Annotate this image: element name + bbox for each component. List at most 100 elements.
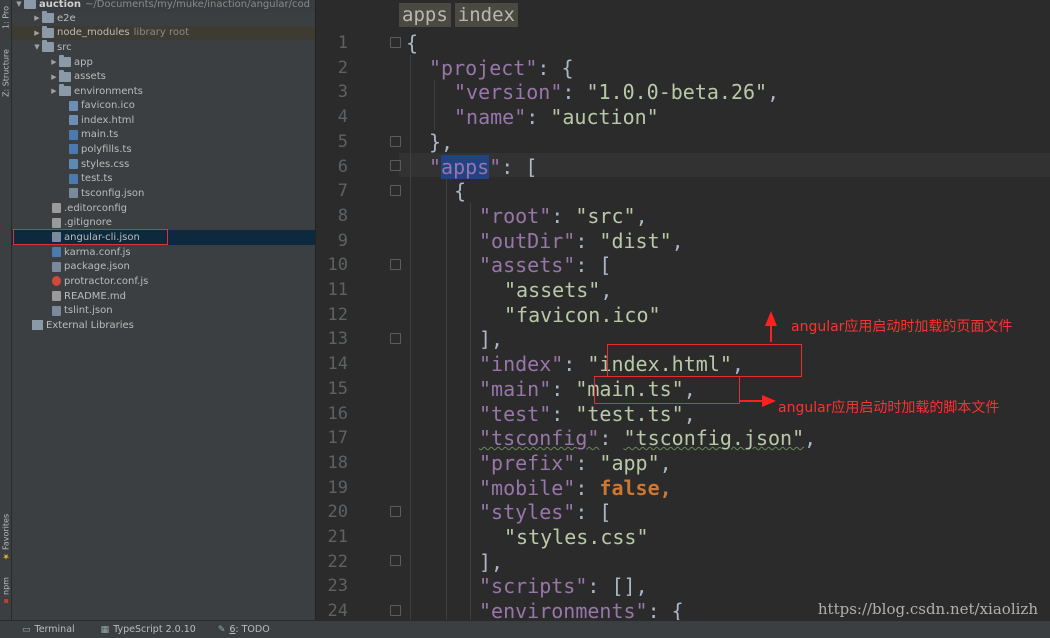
code-line: "scripts": [], bbox=[479, 574, 648, 599]
chevron-down-icon[interactable]: ▼ bbox=[14, 0, 24, 8]
tree-item-index-html[interactable]: index.html bbox=[12, 113, 134, 128]
highlight-box-index bbox=[607, 344, 802, 377]
tree-item-app[interactable]: ▶ app bbox=[12, 55, 93, 70]
annotation-index-note: angular应用启动时加载的页面文件 bbox=[791, 319, 1013, 335]
tree-item-styles-css[interactable]: styles.css bbox=[12, 157, 129, 172]
tree-root-auction[interactable]: ▼ auction ~/Documents/my/muke/inaction/a… bbox=[12, 0, 315, 12]
chevron-right-icon[interactable]: ▶ bbox=[49, 58, 59, 66]
tree-item-readme[interactable]: README.md bbox=[12, 289, 126, 304]
chevron-right-icon[interactable]: ▶ bbox=[32, 14, 42, 22]
tree-item-assets[interactable]: ▶ assets bbox=[12, 69, 106, 85]
code-line: "outDir": "dist", bbox=[479, 228, 684, 253]
star-icon: ★ bbox=[1, 551, 11, 561]
tree-item-tsconfig[interactable]: tsconfig.json bbox=[12, 186, 144, 201]
line-number: 21 bbox=[327, 527, 348, 547]
fold-marker-icon[interactable] bbox=[390, 160, 401, 171]
tree-item-favicon[interactable]: favicon.ico bbox=[12, 99, 135, 114]
line-number: 6 bbox=[337, 156, 348, 177]
folder-icon bbox=[59, 55, 71, 68]
tree-item-label: app bbox=[74, 56, 93, 68]
favorites-tool-tab[interactable]: ★ Favorites bbox=[0, 508, 12, 566]
tree-item-label: styles.css bbox=[81, 158, 130, 170]
code-token: "prefix" bbox=[479, 450, 576, 475]
structure-tool-tab[interactable]: Z: Structure bbox=[0, 42, 12, 104]
breadcrumb-index[interactable]: index bbox=[454, 3, 518, 27]
chevron-down-icon[interactable]: ▼ bbox=[32, 43, 42, 51]
code-line: "styles.css" bbox=[504, 525, 649, 550]
breadcrumb-apps[interactable]: apps bbox=[399, 3, 451, 27]
fold-marker-icon[interactable] bbox=[390, 259, 401, 270]
fold-marker-icon[interactable] bbox=[390, 605, 401, 616]
chevron-right-icon[interactable]: ▶ bbox=[32, 29, 42, 37]
line-number: 10 bbox=[327, 255, 348, 276]
line-number: 13 bbox=[327, 329, 348, 350]
code-token: "environments" bbox=[479, 599, 648, 620]
tree-item-label: karma.conf.js bbox=[64, 246, 131, 258]
line-number: 22 bbox=[327, 551, 348, 572]
npm-icon: ▪ bbox=[1, 597, 11, 607]
tree-item-src[interactable]: ▼ src bbox=[12, 40, 72, 55]
tree-item-main-ts[interactable]: main.ts bbox=[12, 128, 118, 143]
code-token: "app" bbox=[599, 450, 660, 475]
code-token: "index" bbox=[479, 352, 564, 377]
todo-label: : TODO bbox=[235, 624, 270, 635]
tree-item-environments[interactable]: ▶ environments bbox=[12, 84, 143, 99]
project-panel: ▼ auction ~/Documents/my/muke/inaction/a… bbox=[12, 0, 315, 620]
line-number: 24 bbox=[327, 601, 348, 620]
fold-marker-icon[interactable] bbox=[390, 506, 401, 517]
line-number: 3 bbox=[337, 82, 348, 103]
code-line: "styles": [ bbox=[479, 500, 612, 525]
fold-marker-icon[interactable] bbox=[390, 185, 401, 196]
tree-root-path: ~/Documents/my/muke/inaction/angular/cod bbox=[85, 0, 310, 10]
code-token: "scripts" bbox=[479, 574, 588, 599]
chevron-right-icon[interactable]: ▶ bbox=[49, 87, 59, 95]
tree-item-polyfills-ts[interactable]: polyfills.ts bbox=[12, 142, 132, 157]
tree-item-label: .gitignore bbox=[64, 217, 112, 229]
code-line: "test": "test.ts", bbox=[479, 401, 696, 426]
tree-item-editorconfig[interactable]: .editorconfig bbox=[12, 201, 127, 216]
js-file-icon bbox=[52, 247, 61, 258]
folder-icon bbox=[42, 11, 54, 24]
protractor-file-icon bbox=[52, 276, 61, 287]
fold-marker-icon[interactable] bbox=[390, 37, 401, 48]
terminal-button[interactable]: ▭ Terminal bbox=[22, 624, 75, 635]
code-token: "project" bbox=[429, 55, 538, 80]
line-number: 12 bbox=[327, 304, 348, 325]
fold-marker-icon[interactable] bbox=[390, 555, 401, 566]
fold-marker-icon[interactable] bbox=[390, 136, 401, 147]
tree-item-tslint[interactable]: tslint.json bbox=[12, 304, 113, 319]
tree-item-node-modules[interactable]: ▶ node_modules library root bbox=[12, 25, 315, 41]
tree-item-label: main.ts bbox=[81, 129, 119, 141]
line-number: 2 bbox=[337, 57, 348, 78]
tree-item-protractor-conf[interactable]: protractor.conf.js bbox=[12, 274, 148, 289]
code-line: ], bbox=[479, 550, 503, 575]
tree-item-label: index.html bbox=[81, 114, 135, 126]
highlight-box-main bbox=[594, 376, 740, 404]
code-token: ], bbox=[479, 327, 504, 352]
code-token: false bbox=[599, 475, 660, 500]
code-line: "name": "auction" bbox=[454, 105, 659, 130]
code-editor[interactable]: apps index 1 2 3 4 5 6 7 8 9 10 11 12 13… bbox=[315, 0, 1050, 620]
line-number: 14 bbox=[327, 354, 348, 375]
chevron-right-icon[interactable]: ▶ bbox=[49, 73, 59, 81]
config-file-icon bbox=[52, 203, 61, 214]
tree-item-gitignore[interactable]: .gitignore bbox=[12, 216, 112, 231]
tree-item-external-libraries[interactable]: External Libraries bbox=[12, 318, 134, 333]
tree-item-e2e[interactable]: ▶ e2e bbox=[12, 11, 76, 26]
status-bar: ▭ Terminal ▦ TypeScript 2.0.10 ✎ 6: TODO bbox=[0, 620, 1050, 638]
tree-item-package-json[interactable]: package.json bbox=[12, 260, 130, 275]
line-number: 4 bbox=[337, 107, 348, 128]
tree-item-karma-conf[interactable]: karma.conf.js bbox=[12, 245, 131, 260]
code-token: " bbox=[429, 154, 442, 179]
typescript-label: TypeScript 2.0.10 bbox=[113, 624, 196, 635]
fold-marker-icon[interactable] bbox=[390, 333, 401, 344]
project-tool-tab[interactable]: 1: Pro bbox=[0, 2, 12, 32]
code-token: "outDir" bbox=[479, 228, 576, 253]
typescript-button[interactable]: ▦ TypeScript 2.0.10 bbox=[101, 624, 196, 635]
code-token: "src" bbox=[575, 203, 636, 228]
npm-tool-tab[interactable]: ▪ npm bbox=[0, 572, 12, 612]
code-token: "dist" bbox=[599, 228, 672, 253]
tree-item-test-ts[interactable]: test.ts bbox=[12, 172, 113, 187]
todo-button[interactable]: ✎ 6: TODO bbox=[218, 624, 270, 635]
markdown-file-icon bbox=[52, 291, 61, 302]
